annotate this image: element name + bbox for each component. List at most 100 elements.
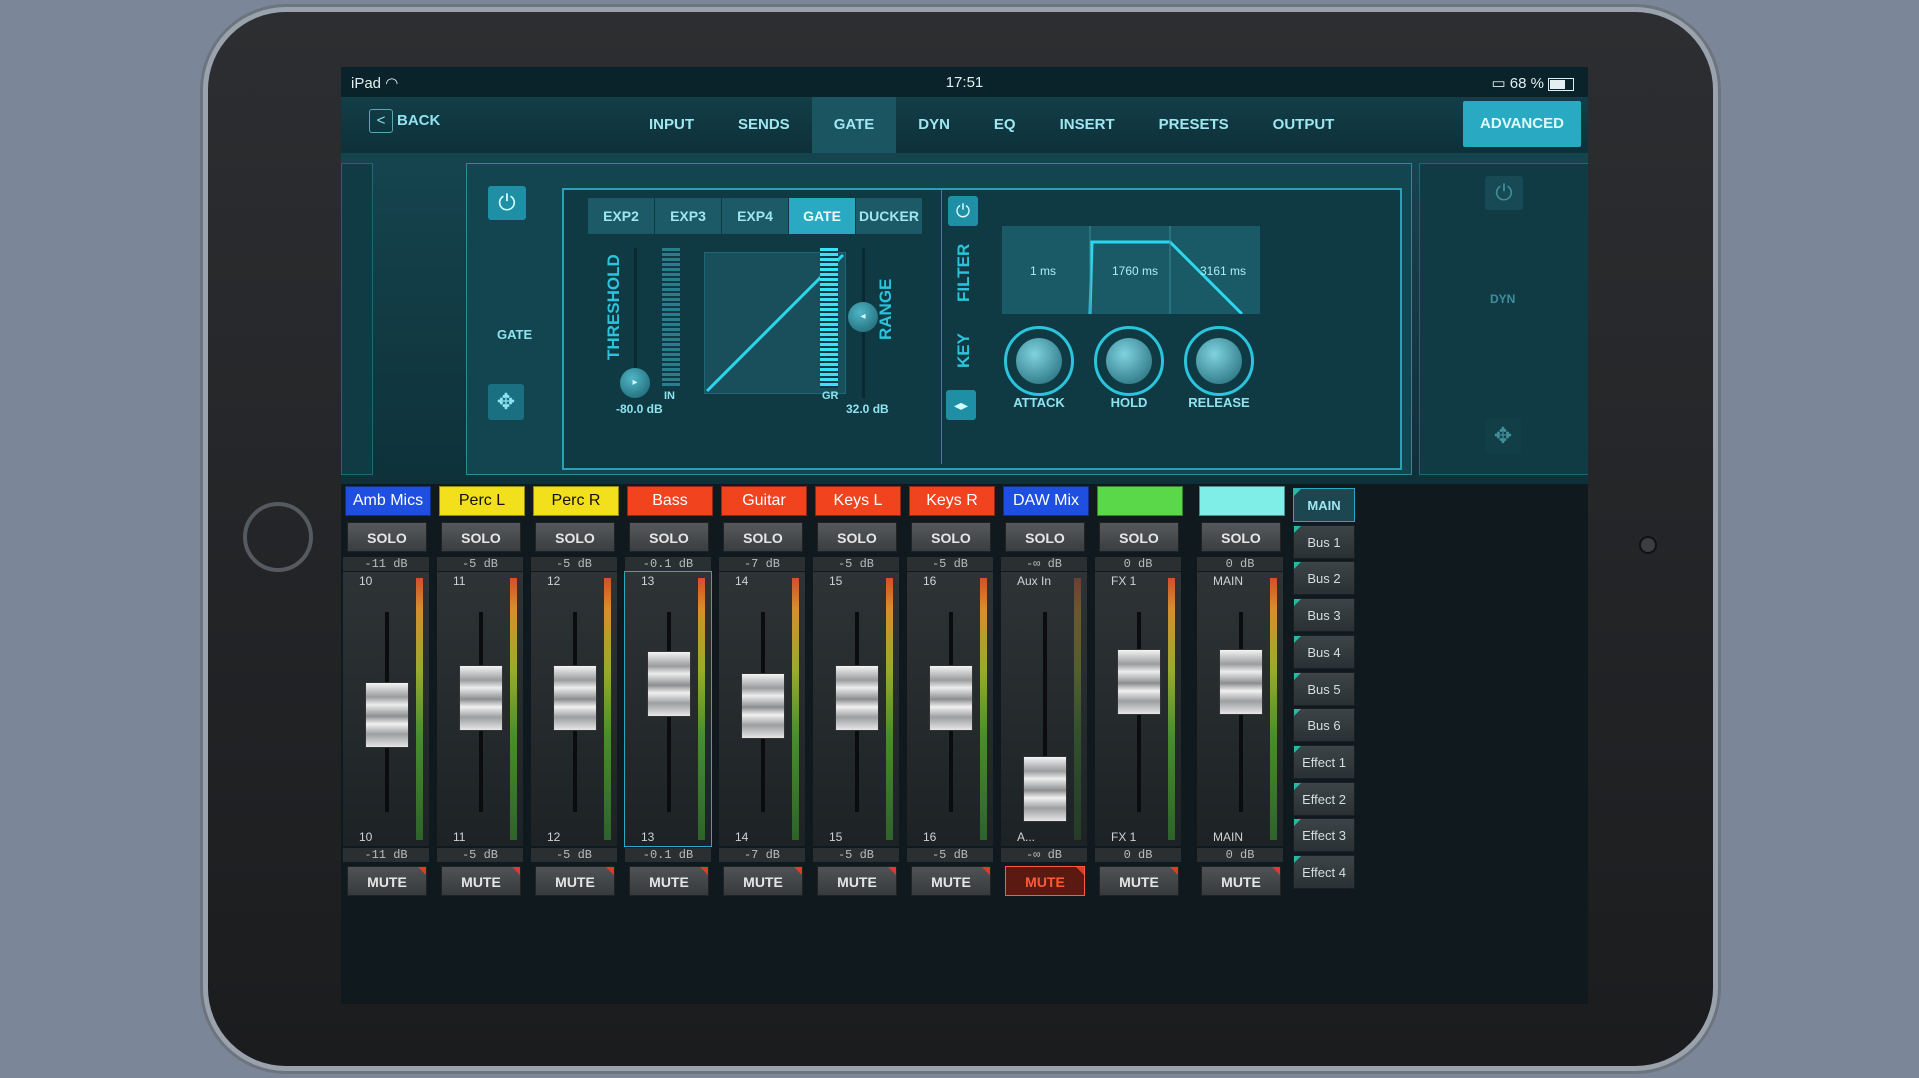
solo-button[interactable]: SOLO bbox=[817, 522, 897, 552]
gain-readout-top: 0 dB bbox=[1095, 557, 1181, 571]
level-meter bbox=[1074, 578, 1081, 840]
mode-tab-exp3[interactable]: EXP3 bbox=[655, 198, 721, 234]
mute-button[interactable]: MUTE bbox=[911, 866, 991, 896]
channel-name[interactable]: Perc R bbox=[533, 486, 619, 516]
mute-button[interactable]: MUTE bbox=[1099, 866, 1179, 896]
mute-button[interactable]: MUTE bbox=[441, 866, 521, 896]
bus-button-bus-4[interactable]: Bus 4 bbox=[1293, 634, 1355, 669]
mute-button[interactable]: MUTE bbox=[817, 866, 897, 896]
bus-button-effect-2[interactable]: Effect 2 bbox=[1293, 781, 1355, 816]
threshold-slider-handle[interactable]: ▸ bbox=[620, 368, 650, 398]
channel-name[interactable]: DAW Mix bbox=[1003, 486, 1089, 516]
key-listen-icon[interactable]: ◂▸ bbox=[946, 390, 976, 420]
channel-number-top: FX 1 bbox=[1111, 574, 1137, 588]
channel-name[interactable]: Keys L bbox=[815, 486, 901, 516]
bus-button-bus-1[interactable]: Bus 1 bbox=[1293, 524, 1355, 559]
fader-handle[interactable] bbox=[647, 651, 691, 718]
dyn-route-icon[interactable]: ✥ bbox=[1485, 418, 1521, 454]
fader-handle[interactable] bbox=[741, 672, 785, 739]
nav-bar: < BACK INPUT SENDS GATE DYN EQ INSERT PRESETS OU… bbox=[341, 97, 1588, 153]
channel-name[interactable]: Keys R bbox=[909, 486, 995, 516]
solo-button[interactable]: SOLO bbox=[629, 522, 709, 552]
solo-button[interactable]: SOLO bbox=[347, 522, 427, 552]
advanced-button[interactable]: ADVANCED bbox=[1463, 101, 1581, 147]
solo-button[interactable]: SOLO bbox=[441, 522, 521, 552]
status-time: 17:51 bbox=[945, 74, 984, 91]
channel-name[interactable] bbox=[1097, 486, 1183, 516]
fader-handle[interactable] bbox=[1117, 648, 1161, 715]
tab-presets[interactable]: PRESETS bbox=[1137, 97, 1251, 153]
gate-power-icon[interactable]: ⏻ bbox=[488, 186, 526, 220]
fader-handle[interactable] bbox=[365, 682, 409, 749]
release-knob[interactable] bbox=[1184, 326, 1254, 396]
tab-input[interactable]: INPUT bbox=[627, 97, 716, 153]
bus-button-bus-5[interactable]: Bus 5 bbox=[1293, 671, 1355, 706]
mute-button[interactable]: MUTE bbox=[1005, 866, 1085, 896]
hold-knob[interactable] bbox=[1094, 326, 1164, 396]
fader-handle[interactable] bbox=[835, 664, 879, 731]
attack-knob[interactable] bbox=[1004, 326, 1074, 396]
fader-handle[interactable] bbox=[553, 664, 597, 731]
mute-button[interactable]: MUTE bbox=[629, 866, 709, 896]
fader-handle[interactable] bbox=[929, 664, 973, 731]
solo-button[interactable]: SOLO bbox=[535, 522, 615, 552]
solo-button[interactable]: SOLO bbox=[1201, 522, 1281, 552]
mode-tab-gate[interactable]: GATE bbox=[789, 198, 855, 234]
mute-button[interactable]: MUTE bbox=[723, 866, 803, 896]
gain-readout-top: -7 dB bbox=[719, 557, 805, 571]
channel-name[interactable] bbox=[1199, 486, 1285, 516]
solo-button[interactable]: SOLO bbox=[911, 522, 991, 552]
tab-insert[interactable]: INSERT bbox=[1038, 97, 1137, 153]
tab-sends[interactable]: SENDS bbox=[716, 97, 812, 153]
gr-label: GR bbox=[822, 390, 839, 402]
gain-readout-bottom: -11 dB bbox=[343, 848, 429, 862]
mute-button[interactable]: MUTE bbox=[535, 866, 615, 896]
nav-tabs: INPUT SENDS GATE DYN EQ INSERT PRESETS OUTPUT bbox=[627, 97, 1356, 153]
tab-output[interactable]: OUTPUT bbox=[1251, 97, 1357, 153]
gain-readout-bottom: -0.1 dB bbox=[625, 848, 711, 862]
solo-button[interactable]: SOLO bbox=[1099, 522, 1179, 552]
fader-handle[interactable] bbox=[459, 664, 503, 731]
bus-button-bus-2[interactable]: Bus 2 bbox=[1293, 561, 1355, 596]
fader-handle[interactable] bbox=[1219, 648, 1263, 715]
bus-button-main[interactable]: MAIN bbox=[1293, 488, 1355, 522]
gain-readout-top: -∞ dB bbox=[1001, 557, 1087, 571]
mute-button[interactable]: MUTE bbox=[1201, 866, 1281, 896]
bus-button-effect-3[interactable]: Effect 3 bbox=[1293, 818, 1355, 853]
back-button[interactable]: < BACK bbox=[369, 109, 440, 133]
prev-panel[interactable] bbox=[341, 163, 373, 475]
camera-icon bbox=[1639, 536, 1657, 554]
range-slider-handle[interactable]: ◂ bbox=[848, 302, 878, 332]
gain-readout-bottom: -7 dB bbox=[719, 848, 805, 862]
mode-tab-exp4[interactable]: EXP4 bbox=[722, 198, 788, 234]
bus-button-effect-1[interactable]: Effect 1 bbox=[1293, 744, 1355, 779]
hold-label: HOLD bbox=[1110, 395, 1148, 410]
channel-name[interactable]: Perc L bbox=[439, 486, 525, 516]
level-meter bbox=[886, 578, 893, 840]
solo-button[interactable]: SOLO bbox=[1005, 522, 1085, 552]
tab-gate[interactable]: GATE bbox=[811, 97, 897, 153]
channel-name[interactable]: Bass bbox=[627, 486, 713, 516]
mode-tab-exp2[interactable]: EXP2 bbox=[588, 198, 654, 234]
fader-handle[interactable] bbox=[1023, 756, 1067, 822]
channel-name[interactable]: Amb Mics R bbox=[345, 486, 431, 537]
tab-eq[interactable]: EQ bbox=[972, 97, 1038, 153]
home-button[interactable] bbox=[243, 502, 313, 572]
solo-button[interactable]: SOLO bbox=[723, 522, 803, 552]
channel-strip: Guitar SOLO -7 dB 14 14 -7 dB MUTE bbox=[719, 484, 809, 1004]
level-meter bbox=[980, 578, 987, 840]
bus-button-bus-6[interactable]: Bus 6 bbox=[1293, 708, 1355, 743]
gate-label: GATE bbox=[497, 327, 533, 342]
bus-button-effect-4[interactable]: Effect 4 bbox=[1293, 855, 1355, 889]
filter-power-icon[interactable]: ⏻ bbox=[948, 196, 978, 226]
tab-dyn[interactable]: DYN bbox=[896, 97, 972, 153]
channel-name[interactable]: Guitar bbox=[721, 486, 807, 516]
next-panel-dyn[interactable]: ⏻ DYN ✥ bbox=[1419, 163, 1588, 475]
bus-button-bus-3[interactable]: Bus 3 bbox=[1293, 598, 1355, 633]
mute-button[interactable]: MUTE bbox=[347, 866, 427, 896]
level-meter bbox=[604, 578, 611, 840]
mode-tab-ducker[interactable]: DUCKER bbox=[856, 198, 922, 234]
dyn-power-icon[interactable]: ⏻ bbox=[1485, 176, 1523, 210]
divider bbox=[941, 190, 942, 464]
gate-route-icon[interactable]: ✥ bbox=[488, 384, 524, 420]
